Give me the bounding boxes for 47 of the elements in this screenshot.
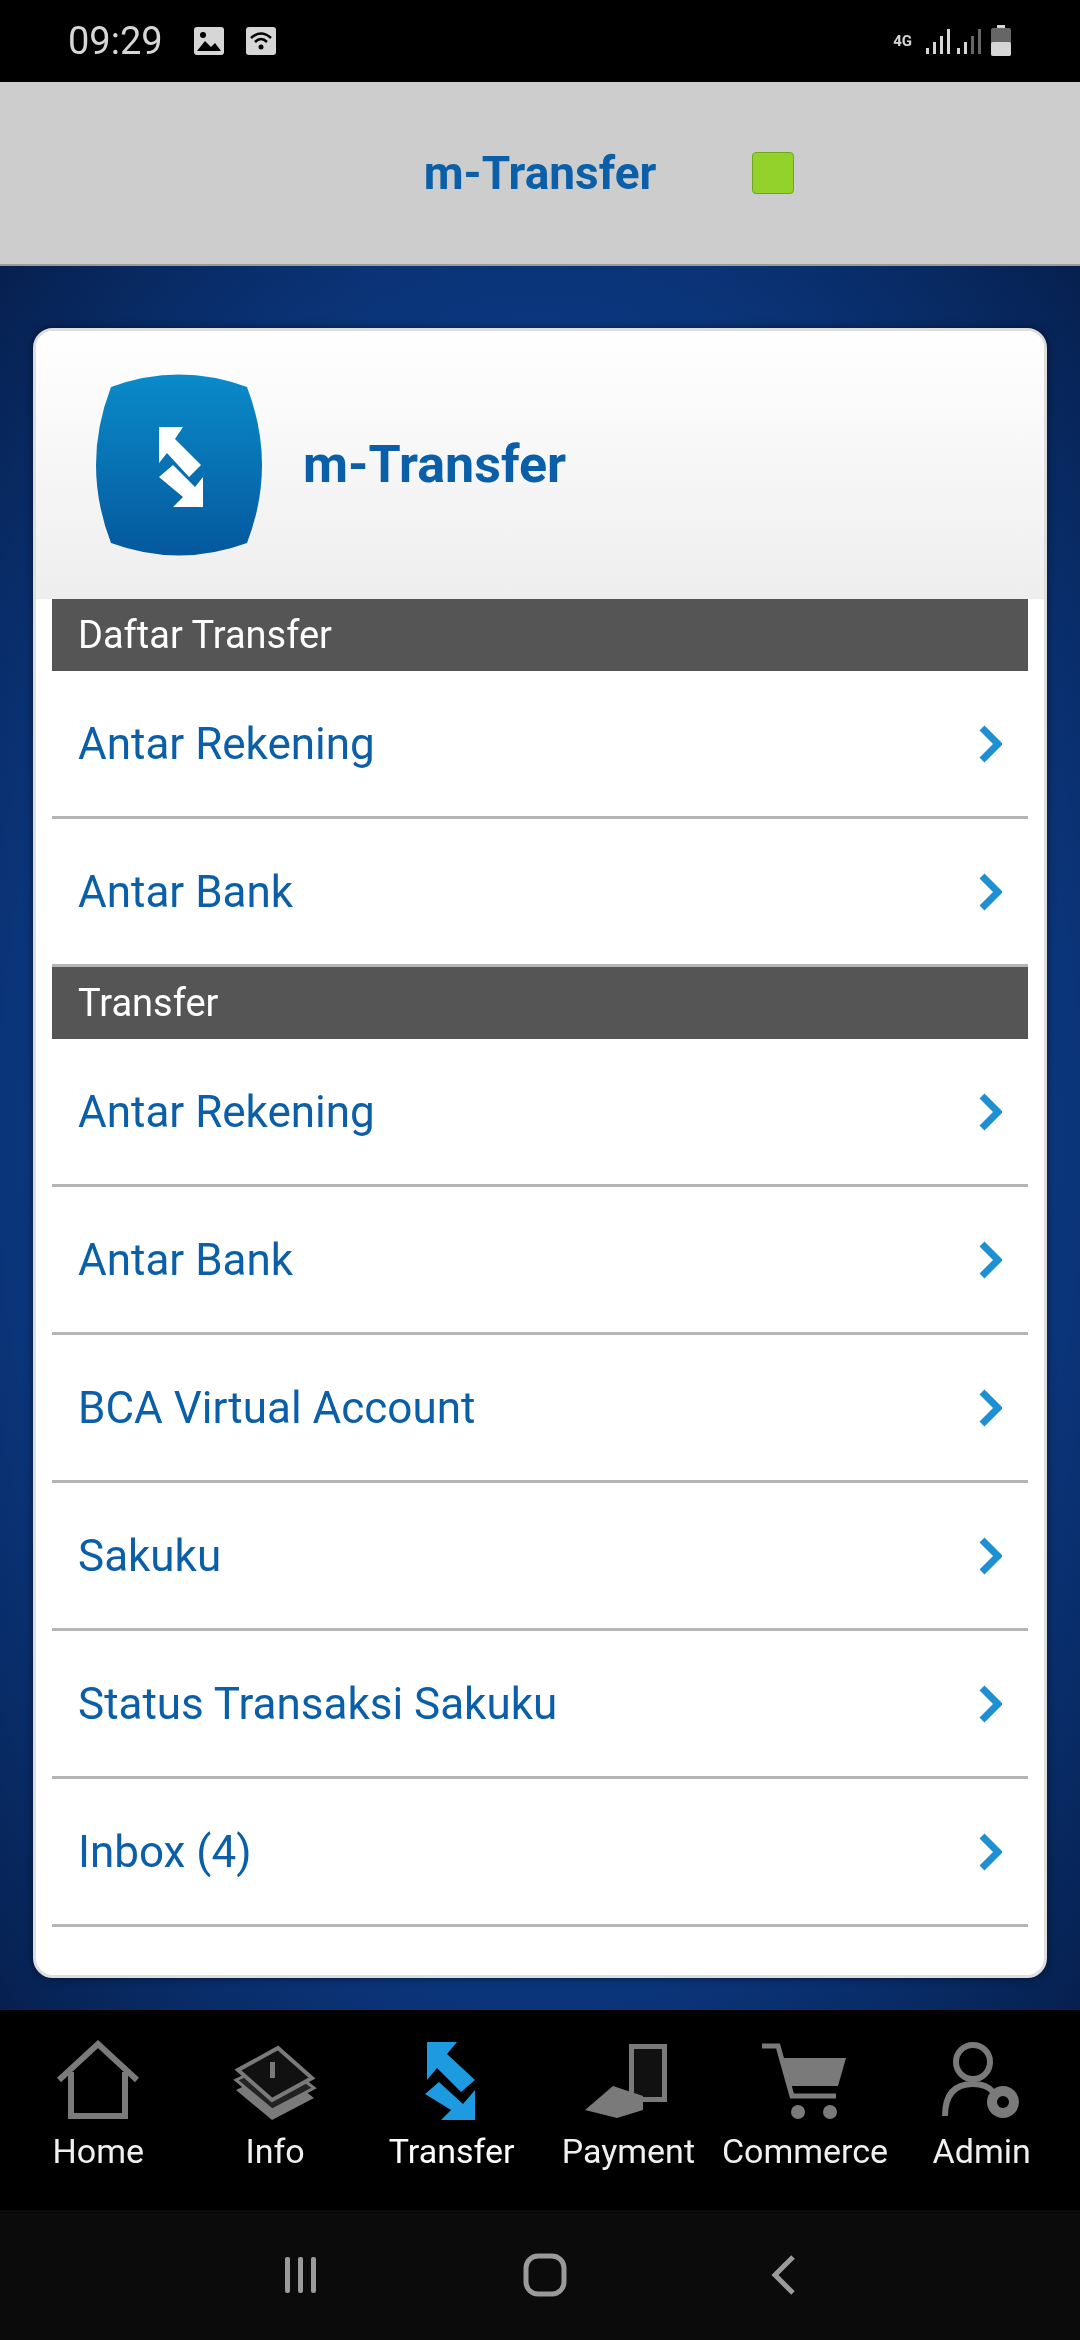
- chevron-icon: [978, 723, 1002, 764]
- network-type: 4G: [893, 33, 912, 49]
- nav-label: Payment: [561, 2130, 695, 2173]
- header-title: m-Transfer: [423, 144, 657, 202]
- menu-item-label: Antar Bank: [78, 864, 295, 920]
- menu-item-label: Antar Bank: [78, 1232, 295, 1288]
- status-indicator-icon: [752, 152, 794, 194]
- nav-label: Commerce: [721, 2130, 889, 2173]
- battery-icon: [990, 25, 1012, 57]
- menu-item-label: Antar Rekening: [78, 1084, 376, 1140]
- section-header: Daftar Transfer: [52, 599, 1028, 671]
- status-time: 09:29: [68, 17, 163, 65]
- signal-icon: [924, 26, 984, 56]
- home-button-icon[interactable]: [523, 2253, 567, 2297]
- nav-tab[interactable]: Payment: [540, 2040, 717, 2177]
- menu-item-label: Inbox (4): [78, 1824, 253, 1880]
- chevron-icon: [978, 1683, 1002, 1724]
- chevron-icon: [978, 1091, 1002, 1132]
- wifi-icon: [244, 26, 277, 56]
- nav-tab[interactable]: Info: [186, 2040, 364, 2177]
- nav-label: Admin: [932, 2130, 1031, 2173]
- menu-item[interactable]: BCA Virtual Account: [52, 1335, 1028, 1483]
- menu-item[interactable]: Inbox (4): [52, 1779, 1028, 1927]
- image-icon: [192, 26, 225, 56]
- nav-tab[interactable]: Admin: [893, 2040, 1071, 2177]
- menu-item-label: Status Transaksi Sakuku: [78, 1676, 559, 1732]
- menu-item[interactable]: Antar Rekening: [52, 671, 1028, 819]
- nav-label: Info: [245, 2130, 305, 2173]
- nav-label: Home: [52, 2130, 145, 2173]
- chevron-icon: [978, 1239, 1002, 1280]
- section-header: Transfer: [52, 967, 1028, 1039]
- chevron-icon: [978, 1535, 1002, 1576]
- menu-item[interactable]: Status Transaksi Sakuku: [52, 1631, 1028, 1779]
- nav-tab[interactable]: Home: [10, 2040, 187, 2177]
- menu-item-label: BCA Virtual Account: [78, 1380, 477, 1436]
- chevron-icon: [978, 1387, 1002, 1428]
- card-title: m-Transfer: [303, 433, 567, 497]
- menu-item-label: Sakuku: [78, 1528, 223, 1584]
- menu-item[interactable]: Antar Bank: [52, 1187, 1028, 1335]
- chevron-icon: [978, 1831, 1002, 1872]
- nav-label: Transfer: [388, 2130, 515, 2173]
- menu-item[interactable]: Sakuku: [52, 1483, 1028, 1631]
- menu-item[interactable]: Antar Rekening: [52, 1039, 1028, 1187]
- menu-item-label: Antar Rekening: [78, 716, 376, 772]
- nav-tab[interactable]: Transfer: [363, 2040, 540, 2177]
- nav-tab[interactable]: Commerce: [716, 2040, 894, 2177]
- chevron-icon: [978, 871, 1002, 912]
